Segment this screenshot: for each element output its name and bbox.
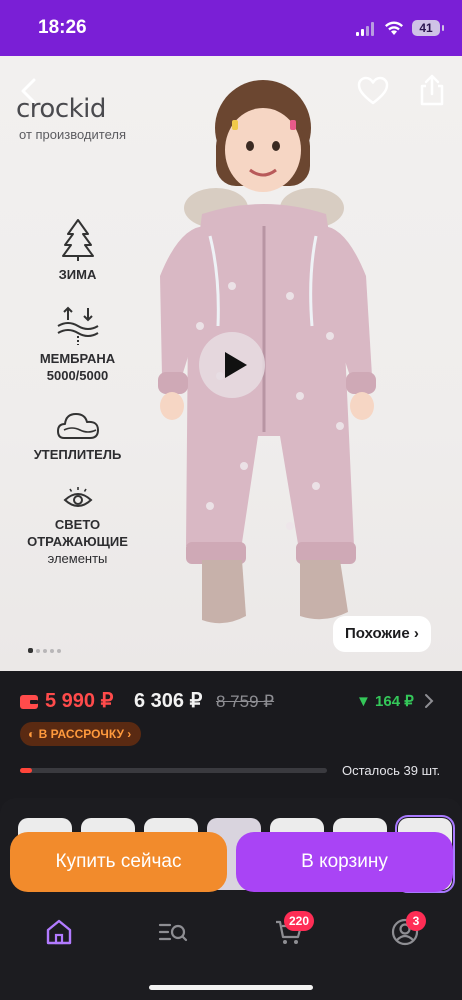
pagination-dot <box>28 648 33 654</box>
pagination-dot <box>57 648 61 653</box>
play-video-button[interactable] <box>199 332 265 398</box>
installment-label: В РАССРОЧКУ <box>38 727 124 741</box>
installment-icon: ◐ <box>28 727 36 741</box>
product-screen: 18:26 41 crockid от производителя ЗИМА М… <box>0 0 462 1000</box>
feature-membrane-label: МЕМБРАНА <box>39 351 116 366</box>
catalog-search-icon[interactable] <box>158 917 188 947</box>
card-price: 5 990 ₽ <box>45 690 114 712</box>
feature-reflective-label: СВЕТО <box>54 517 101 532</box>
chevron-right-icon: › <box>127 727 132 741</box>
feature-winter: ЗИМА <box>0 218 155 283</box>
price-panel: 5 990 ₽ 6 306 ₽ 8 759 ₽ ▼ 164 ₽ ◐ В РАСС… <box>0 671 462 790</box>
membrane-icon <box>56 306 99 345</box>
signal-icon <box>356 22 374 36</box>
buy-now-button[interactable]: Купить сейчас <box>10 832 227 892</box>
cart-badge: 220 <box>284 911 315 931</box>
stock-remaining: Осталось 39 шт. <box>342 763 441 778</box>
feature-reflective-label-2: ОТРАЖАЮЩИЕ <box>27 534 128 549</box>
home-icon[interactable] <box>44 917 74 947</box>
discount-amount[interactable]: ▼ 164 ₽ <box>356 692 414 710</box>
feature-insulation-label: УТЕПЛИТЕЛЬ <box>33 447 122 462</box>
chevron-right-icon: › <box>413 625 419 642</box>
pagination-dot <box>43 648 47 653</box>
wallet-icon <box>20 695 38 709</box>
feature-membrane-value: 5000/5000 <box>46 368 109 383</box>
old-price: 8 759 ₽ <box>216 692 275 711</box>
product-gallery[interactable]: crockid от производителя ЗИМА МЕМБРАНА 5… <box>0 56 462 671</box>
heart-icon[interactable] <box>357 76 389 106</box>
cloud-icon <box>56 413 99 439</box>
feature-insulation: УТЕПЛИТЕЛЬ <box>0 408 155 463</box>
status-bar: 18:26 41 <box>0 0 462 56</box>
stock-progress <box>20 768 327 773</box>
home-indicator <box>149 985 313 990</box>
chevron-right-icon[interactable] <box>424 693 434 709</box>
installment-button[interactable]: ◐ В РАССРОЧКУ › <box>20 722 142 746</box>
eye-icon <box>63 487 92 507</box>
brand-logo: crockid <box>16 94 106 124</box>
wifi-icon <box>385 21 403 35</box>
feature-reflective-label-3: элементы <box>47 551 108 566</box>
pagination-dot <box>36 648 40 653</box>
feature-membrane: МЕМБРАНА 5000/5000 <box>0 306 155 384</box>
current-price: 6 306 ₽ <box>134 690 203 712</box>
feature-winter-label: ЗИМА <box>58 267 97 282</box>
similar-products-label: Похожие <box>345 625 410 642</box>
add-to-cart-button[interactable]: В корзину <box>236 832 453 892</box>
share-icon[interactable] <box>418 74 446 106</box>
similar-products-button[interactable]: Похожие › <box>333 616 431 652</box>
gallery-pagination <box>28 642 64 654</box>
play-icon <box>225 352 247 378</box>
battery-icon: 41 <box>412 20 444 36</box>
profile-badge: 3 <box>406 911 426 931</box>
brand-subtitle: от производителя <box>19 127 127 142</box>
product-photo <box>158 80 376 624</box>
tree-icon <box>61 219 94 261</box>
stock-progress-fill <box>20 768 33 773</box>
status-time: 18:26 <box>38 17 87 38</box>
feature-reflective: СВЕТО ОТРАЖАЮЩИЕ элементы <box>0 486 155 567</box>
pagination-dot <box>50 648 54 653</box>
